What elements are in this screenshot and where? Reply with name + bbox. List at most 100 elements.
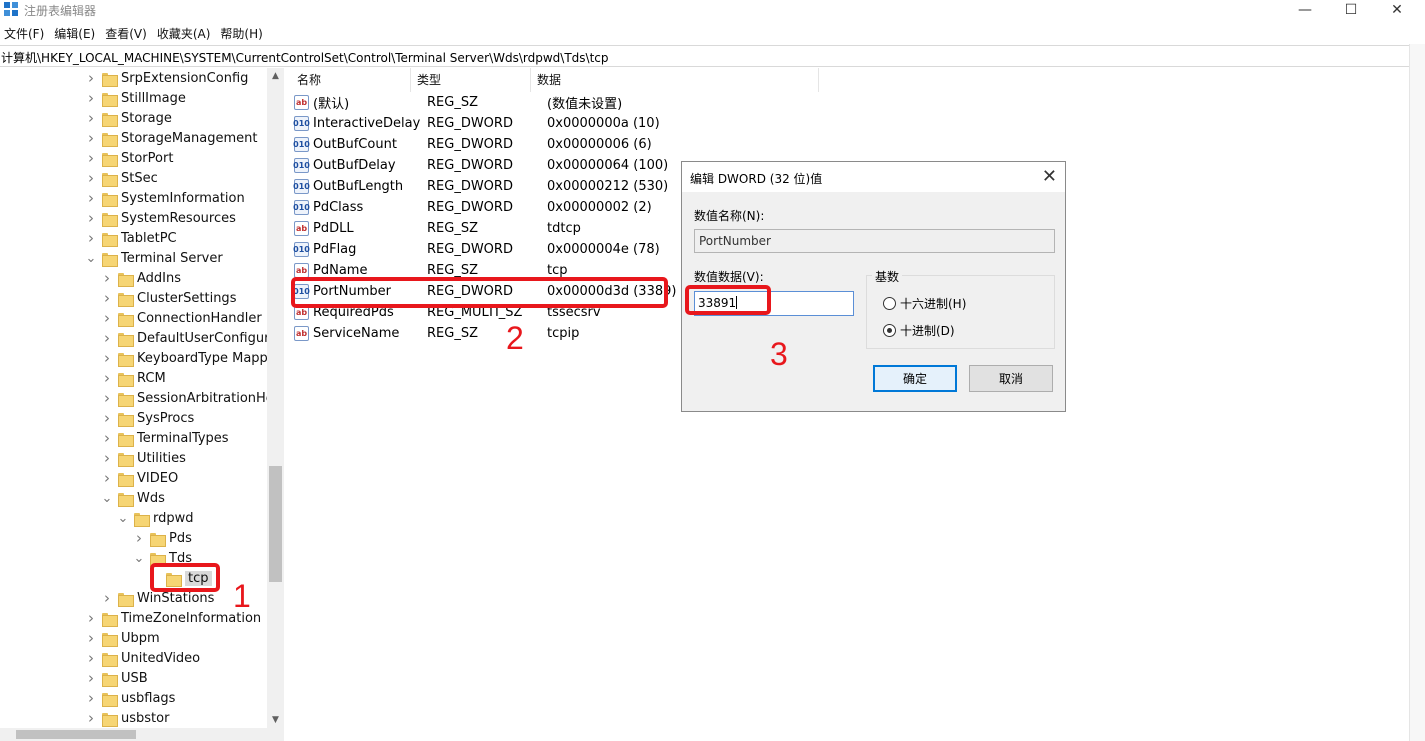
- chevron-right-icon[interactable]: ›: [100, 389, 114, 407]
- menu-file[interactable]: 文件(F): [0, 22, 50, 44]
- tree-item-tabletpc[interactable]: › TabletPC: [84, 228, 177, 248]
- tree-item-utilities[interactable]: › Utilities: [100, 448, 186, 468]
- cancel-button[interactable]: 取消: [969, 365, 1053, 392]
- chevron-right-icon[interactable]: ›: [100, 369, 114, 387]
- chevron-right-icon[interactable]: ›: [84, 629, 98, 647]
- value-row-outbuflength[interactable]: 010 OutBufLength REG_DWORD 0x00000212 (530): [293, 176, 668, 197]
- chevron-down-icon[interactable]: ⌄: [100, 491, 114, 506]
- value-row-servicename[interactable]: ab ServiceName REG_SZ tcpip: [294, 323, 579, 344]
- tree-item-clustersettings[interactable]: › ClusterSettings: [100, 288, 236, 308]
- tree-item-connectionhandler[interactable]: › ConnectionHandler: [100, 308, 262, 328]
- chevron-down-icon[interactable]: ⌄: [116, 511, 130, 526]
- address-bar[interactable]: 计算机\HKEY_LOCAL_MACHINE\SYSTEM\CurrentCon…: [0, 45, 1425, 67]
- chevron-right-icon[interactable]: ›: [100, 409, 114, 427]
- chevron-right-icon[interactable]: ›: [132, 529, 146, 547]
- value-row-pddll[interactable]: ab PdDLL REG_SZ tdtcp: [294, 218, 581, 239]
- tree-item-usb[interactable]: › USB: [84, 668, 148, 688]
- tree-horizontal-scrollbar[interactable]: [0, 728, 284, 741]
- chevron-right-icon[interactable]: ›: [100, 329, 114, 347]
- chevron-right-icon[interactable]: ›: [84, 689, 98, 707]
- tree-item-stillimage[interactable]: › StillImage: [84, 88, 186, 108]
- value-row-interactivedelay[interactable]: 010 InteractiveDelay REG_DWORD 0x0000000a (…: [293, 113, 660, 134]
- tree-item-video[interactable]: › VIDEO: [100, 468, 178, 488]
- tree-item-storport[interactable]: › StorPort: [84, 148, 173, 168]
- menu-edit[interactable]: 编辑(E): [50, 22, 101, 44]
- chevron-right-icon[interactable]: ›: [84, 649, 98, 667]
- chevron-right-icon[interactable]: ›: [100, 469, 114, 487]
- tree-hscroll-thumb[interactable]: [16, 730, 136, 739]
- chevron-right-icon[interactable]: ›: [84, 129, 98, 147]
- minimize-button[interactable]: —: [1282, 0, 1328, 20]
- tree-item-unitedvideo[interactable]: › UnitedVideo: [84, 648, 200, 668]
- radio-dec-option[interactable]: 十进制(D): [883, 322, 955, 339]
- column-divider[interactable]: [818, 68, 819, 92]
- close-window-button[interactable]: ✕: [1374, 0, 1420, 20]
- tree-item-keyboardtype-mappin[interactable]: › KeyboardType Mappin: [100, 348, 280, 368]
- value-row-outbufdelay[interactable]: 010 OutBufDelay REG_DWORD 0x00000064 (100): [293, 155, 668, 176]
- tree-item-defaultuserconfigurati[interactable]: › DefaultUserConfigurati: [100, 328, 283, 348]
- chevron-right-icon[interactable]: ›: [100, 349, 114, 367]
- chevron-right-icon[interactable]: ›: [100, 589, 114, 607]
- chevron-right-icon[interactable]: ›: [84, 89, 98, 107]
- chevron-right-icon[interactable]: ›: [84, 209, 98, 227]
- column-divider[interactable]: [530, 68, 531, 92]
- tree-item-stsec[interactable]: › StSec: [84, 168, 158, 188]
- chevron-down-icon[interactable]: ⌄: [84, 251, 98, 266]
- value-row-pdclass[interactable]: 010 PdClass REG_DWORD 0x00000002 (2): [293, 197, 652, 218]
- tree-item-addins[interactable]: › AddIns: [100, 268, 181, 288]
- column-divider[interactable]: [410, 68, 411, 92]
- maximize-button[interactable]: ☐: [1328, 0, 1374, 20]
- ok-button[interactable]: 确定: [873, 365, 957, 392]
- tree-item-srpextensionconfig[interactable]: › SrpExtensionConfig: [84, 68, 248, 88]
- tree-item-usbstor[interactable]: › usbstor: [84, 708, 169, 728]
- column-header-name[interactable]: 名称: [297, 71, 321, 88]
- dialog-close-icon[interactable]: ✕: [1042, 166, 1057, 187]
- chevron-right-icon[interactable]: ›: [100, 309, 114, 327]
- tree-item-usbflags[interactable]: › usbflags: [84, 688, 175, 708]
- menu-view[interactable]: 查看(V): [101, 22, 153, 44]
- chevron-right-icon[interactable]: ›: [100, 289, 114, 307]
- tree-item-rcm[interactable]: › RCM: [100, 368, 166, 388]
- tree-item-systeminformation[interactable]: › SystemInformation: [84, 188, 245, 208]
- chevron-right-icon[interactable]: ›: [84, 189, 98, 207]
- value-name: PdDLL: [313, 221, 354, 236]
- chevron-right-icon[interactable]: ›: [100, 269, 114, 287]
- tree-item-wds[interactable]: ⌄ Wds: [100, 488, 165, 508]
- scroll-up-icon[interactable]: ▲: [267, 68, 284, 84]
- tree-item-storage[interactable]: › Storage: [84, 108, 172, 128]
- tree-scroll-thumb[interactable]: [269, 466, 282, 582]
- column-header-type[interactable]: 类型: [417, 71, 441, 88]
- value-row-pdflag[interactable]: 010 PdFlag REG_DWORD 0x0000004e (78): [293, 239, 660, 260]
- tree-item-ubpm[interactable]: › Ubpm: [84, 628, 160, 648]
- value-row--[interactable]: ab (默认) REG_SZ (数值未设置): [294, 92, 622, 113]
- menu-help[interactable]: 帮助(H): [216, 22, 268, 44]
- tree-item-terminaltypes[interactable]: › TerminalTypes: [100, 428, 229, 448]
- radio-hex-option[interactable]: 十六进制(H): [883, 295, 966, 312]
- chevron-right-icon[interactable]: ›: [84, 149, 98, 167]
- value-row-outbufcount[interactable]: 010 OutBufCount REG_DWORD 0x00000006 (6): [293, 134, 652, 155]
- chevron-right-icon[interactable]: ›: [100, 449, 114, 467]
- tree-item-sysprocs[interactable]: › SysProcs: [100, 408, 194, 428]
- chevron-right-icon[interactable]: ›: [84, 169, 98, 187]
- menu-favorites[interactable]: 收藏夹(A): [153, 22, 217, 44]
- tree-vertical-scrollbar[interactable]: ▲ ▼: [267, 68, 284, 728]
- chevron-down-icon[interactable]: ⌄: [132, 551, 146, 566]
- value-type: REG_DWORD: [427, 158, 513, 173]
- chevron-right-icon[interactable]: ›: [84, 229, 98, 247]
- scroll-down-icon[interactable]: ▼: [267, 712, 284, 728]
- tree-item-terminal-server[interactable]: ⌄ Terminal Server: [84, 248, 223, 268]
- chevron-right-icon[interactable]: ›: [84, 709, 98, 727]
- radio-dec-icon[interactable]: [883, 324, 896, 337]
- chevron-right-icon[interactable]: ›: [100, 429, 114, 447]
- tree-item-pds[interactable]: › Pds: [132, 528, 192, 548]
- tree-item-sessionarbitrationhelp[interactable]: › SessionArbitrationHelp: [100, 388, 283, 408]
- chevron-right-icon[interactable]: ›: [84, 669, 98, 687]
- chevron-right-icon[interactable]: ›: [84, 109, 98, 127]
- radio-hex-icon[interactable]: [883, 297, 896, 310]
- tree-item-systemresources[interactable]: › SystemResources: [84, 208, 236, 228]
- tree-item-rdpwd[interactable]: ⌄ rdpwd: [116, 508, 194, 528]
- tree-item-storagemanagement[interactable]: › StorageManagement: [84, 128, 258, 148]
- chevron-right-icon[interactable]: ›: [84, 609, 98, 627]
- chevron-right-icon[interactable]: ›: [84, 69, 98, 87]
- column-header-data[interactable]: 数据: [537, 71, 561, 88]
